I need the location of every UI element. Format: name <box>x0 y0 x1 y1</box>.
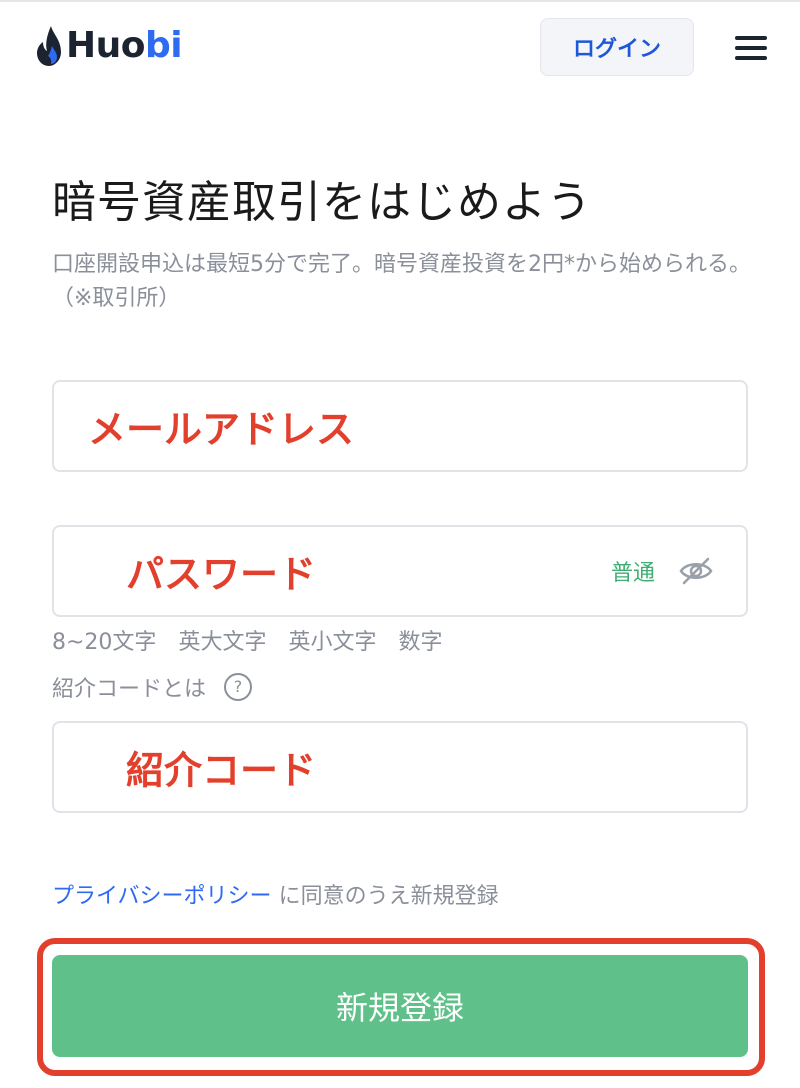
register-button[interactable]: 新規登録 <box>52 955 748 1057</box>
email-field[interactable]: メールアドレス <box>52 380 748 472</box>
flame-logo-icon <box>37 26 61 66</box>
huobi-logo[interactable]: Huobi <box>34 22 183 70</box>
privacy-policy-link[interactable]: プライバシーポリシー <box>52 884 272 909</box>
hint-lowercase: 英小文字 <box>288 630 377 655</box>
password-requirements: 8~20文字 英大文字 英小文字 数字 <box>52 624 464 656</box>
page-subtitle: 口座開設申込は最短5分で完了。暗号資産投資を2円*から始められる。（※取引所） <box>52 252 751 311</box>
hint-length: 8~20文字 <box>52 630 157 655</box>
hamburger-menu-icon[interactable] <box>735 34 767 62</box>
password-strength-indicator: 普通 <box>611 561 656 586</box>
hint-number: 数字 <box>398 630 443 655</box>
referral-code-field-label: 紹介コード <box>126 748 317 793</box>
referral-info-row: 紹介コードとは ? <box>52 671 253 703</box>
page-title: 暗号資産取引をはじめよう <box>52 177 592 228</box>
password-field-label: パスワード <box>126 552 317 597</box>
email-field-label: メールアドレス <box>88 407 355 452</box>
privacy-consent: プライバシーポリシー に同意のうえ新規登録 <box>52 878 499 910</box>
eye-off-icon[interactable] <box>678 555 714 587</box>
hint-uppercase: 英大文字 <box>178 630 267 655</box>
password-field[interactable]: パスワード 普通 <box>52 525 748 617</box>
logo-prefix: Huo <box>66 25 146 66</box>
referral-code-field[interactable]: 紹介コード <box>52 721 748 813</box>
logo-wordmark: Huobi <box>66 24 183 68</box>
referral-question-text: 紹介コードとは <box>52 677 207 702</box>
privacy-consent-text: に同意のうえ新規登録 <box>278 884 499 909</box>
login-button[interactable]: ログイン <box>540 18 694 76</box>
logo-suffix: bi <box>145 25 183 66</box>
question-circle-icon[interactable]: ? <box>224 673 253 701</box>
top-divider <box>0 0 800 2</box>
